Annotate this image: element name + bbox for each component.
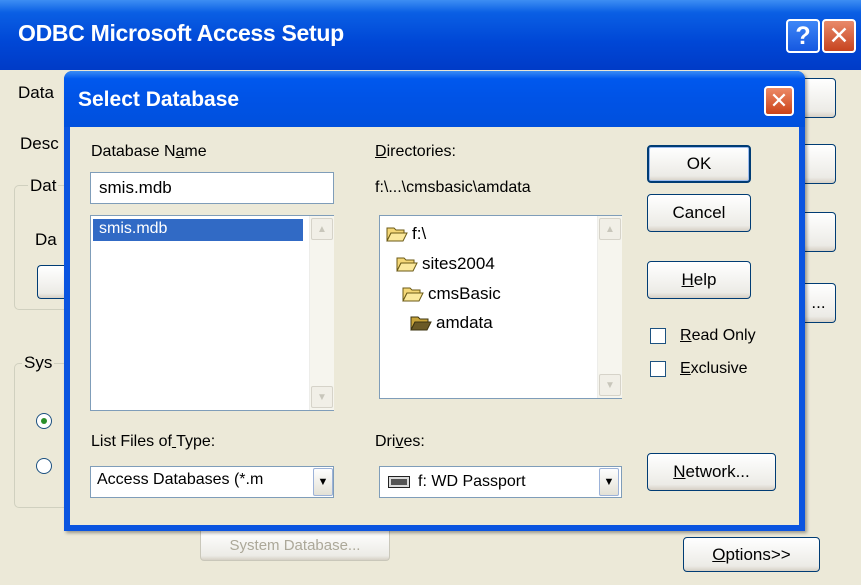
dialog-body: Database Name smis.mdb smis.mdb ▲ ▼ Dire… — [70, 127, 799, 525]
file-type-combobox[interactable]: Access Databases (*.m ▼ — [90, 466, 334, 498]
dir-item-label: f:\ — [412, 224, 427, 243]
file-listbox[interactable]: smis.mdb ▲ ▼ — [90, 215, 334, 411]
radio-none[interactable] — [36, 413, 52, 429]
title-bar: ODBC Microsoft Access Setup ? ✕ — [0, 0, 861, 70]
help-title-button[interactable]: ? — [786, 19, 820, 53]
dir-item-label: amdata — [436, 313, 493, 332]
exclusive-checkbox-row[interactable]: Exclusive — [650, 360, 748, 378]
file-type-value: Access Databases (*.m — [97, 471, 264, 488]
open-folder-dark-icon — [410, 316, 432, 331]
dialog-title-bar: Select Database ✕ — [64, 71, 805, 127]
dir-item-sites2004[interactable]: sites2004 — [396, 254, 495, 274]
read-only-checkbox-row[interactable]: Read Only — [650, 327, 756, 345]
open-folder-icon — [386, 227, 408, 242]
read-only-checkbox[interactable] — [650, 328, 666, 344]
help-button-label: Help — [681, 270, 717, 289]
database-group-label: Dat — [28, 176, 59, 196]
description-label: Desc — [20, 134, 59, 153]
list-files-type-label: List Files of Type: — [91, 433, 216, 450]
cancel-button-bg[interactable] — [802, 144, 836, 184]
file-list-item[interactable]: smis.mdb — [93, 219, 303, 241]
dir-item-root[interactable]: f:\ — [386, 224, 426, 244]
dir-item-label: sites2004 — [422, 254, 495, 273]
exclusive-label: Exclusive — [680, 360, 748, 377]
network-button-label: Network... — [673, 462, 750, 481]
dir-item-amdata[interactable]: amdata — [410, 313, 493, 333]
radio-selected-dot — [41, 418, 47, 424]
advanced-button-bg[interactable]: ... — [802, 283, 836, 323]
cancel-button[interactable]: Cancel — [647, 194, 751, 232]
system-database-button[interactable]: System Database... — [200, 531, 390, 561]
open-folder-icon — [402, 287, 424, 302]
file-list-scrollbar[interactable]: ▲ ▼ — [309, 216, 334, 410]
database-label: Da — [35, 230, 57, 249]
read-only-label: Read Only — [680, 327, 756, 344]
scroll-down-icon[interactable]: ▼ — [599, 374, 621, 396]
dropdown-arrow-icon[interactable]: ▼ — [313, 468, 333, 496]
dialog-close-button[interactable]: ✕ — [764, 86, 794, 116]
drives-combobox[interactable]: f: WD Passport ▼ — [379, 466, 622, 498]
directories-label: Directories: — [375, 143, 456, 160]
drive-icon — [388, 476, 410, 488]
dialog-title: Select Database — [78, 88, 240, 111]
system-database-group-label: Sys — [22, 353, 55, 373]
options-button[interactable]: Options>> — [683, 537, 820, 572]
data-source-name-label: Data — [18, 83, 54, 102]
current-path-text: f:\...\cmsbasic\amdata — [375, 179, 531, 196]
select-database-dialog: Select Database ✕ Database Name smis.mdb… — [64, 71, 805, 531]
scroll-up-icon[interactable]: ▲ — [311, 218, 333, 240]
exclusive-checkbox[interactable] — [650, 361, 666, 377]
close-title-button[interactable]: ✕ — [822, 19, 856, 53]
directory-treebox[interactable]: f:\ sites2004 cmsBasic amdata ▲ ▼ — [379, 215, 622, 399]
database-name-label: Database Name — [91, 143, 207, 160]
database-name-input[interactable]: smis.mdb — [90, 172, 334, 204]
options-button-label: Options>> — [712, 544, 791, 564]
network-button[interactable]: Network... — [647, 453, 776, 491]
dir-item-label: cmsBasic — [428, 284, 501, 303]
scroll-up-icon[interactable]: ▲ — [599, 218, 621, 240]
drives-label: Drives: — [375, 433, 425, 450]
help-button-bg[interactable] — [802, 212, 836, 252]
dropdown-arrow-icon[interactable]: ▼ — [599, 468, 619, 496]
dir-item-cmsbasic[interactable]: cmsBasic — [402, 284, 501, 304]
ok-button-bg[interactable] — [802, 78, 836, 118]
window-title: ODBC Microsoft Access Setup — [18, 20, 344, 46]
directory-scrollbar[interactable]: ▲ ▼ — [597, 216, 622, 398]
drives-value: f: WD Passport — [418, 473, 526, 490]
help-button[interactable]: Help — [647, 261, 751, 299]
radio-database[interactable] — [36, 458, 52, 474]
advanced-button-ellipsis: ... — [811, 293, 826, 312]
scroll-down-icon[interactable]: ▼ — [311, 386, 333, 408]
ok-button[interactable]: OK — [647, 145, 751, 183]
open-folder-icon — [396, 257, 418, 272]
